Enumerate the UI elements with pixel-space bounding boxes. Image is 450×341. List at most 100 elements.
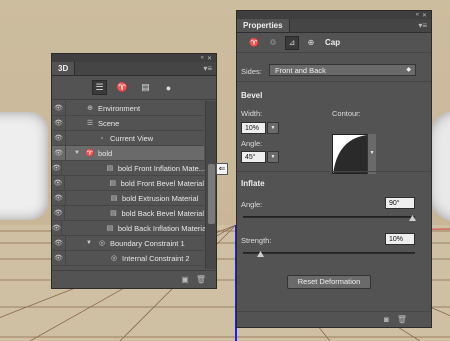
expand-toggle-icon[interactable]: ▼ [84, 240, 94, 246]
strength-slider[interactable] [243, 252, 415, 254]
sides-label: Sides: [241, 67, 262, 76]
tree-row[interactable]: 👁 ▤ bold Front Inflation Mate... [52, 160, 206, 176]
tree-row-label: Boundary Constraint 1 [110, 238, 185, 248]
tree-row[interactable]: 👁 ☰ Scene [52, 115, 204, 131]
tree-row-label: Internal Constraint 2 [122, 253, 190, 263]
panel-3d-footer: ▣ 🗑 [52, 270, 216, 288]
strength-label: Strength: [241, 236, 272, 245]
mesh-mode-icon[interactable]: ♈ [247, 36, 261, 50]
width-input[interactable]: 10% [241, 122, 266, 134]
sides-dropdown[interactable]: Front and Back ◆ [269, 64, 416, 76]
tree-row[interactable]: 👁 ▤ bold Back Inflation Material [52, 220, 208, 236]
deform-mode-icon[interactable]: ♲ [266, 36, 280, 50]
tree-row-label: Scene [98, 118, 120, 128]
visibility-eye-icon[interactable]: 👁 [52, 190, 66, 206]
visibility-eye-icon[interactable]: 👁 [52, 100, 66, 116]
add-object-icon[interactable]: ▣ [181, 275, 189, 284]
properties-titlebar[interactable]: « ✕ [237, 11, 431, 19]
angle-label: Angle: [241, 139, 263, 148]
visibility-eye-icon[interactable]: 👁 [52, 145, 66, 161]
inflate-angle-label: Angle: [241, 200, 263, 209]
tree-row[interactable]: 👁 ▤ bold Extrusion Material [52, 190, 204, 206]
properties-footer: ◙ 🗑 [237, 311, 431, 327]
tree-row[interactable]: 👁 ▤ bold Back Bevel Material [52, 205, 204, 221]
angle-input[interactable]: 45° [241, 151, 266, 163]
material-icon: ▤ [110, 195, 118, 202]
scene-icon: ☰ [86, 120, 94, 127]
lights-filter-icon[interactable]: ● [161, 80, 176, 95]
collapse-icon[interactable]: « [201, 55, 204, 61]
render-icon[interactable]: ◙ [384, 315, 389, 324]
close-icon[interactable]: ✕ [207, 55, 212, 62]
material-icon: ▤ [106, 165, 114, 172]
tree-row[interactable]: 👁 ▼ ♈ bold [52, 145, 204, 161]
tree-row-label: bold Front Inflation Mate... [117, 163, 206, 173]
coordinates-mode-icon[interactable]: ⊕ [304, 36, 318, 50]
tree-row-label: bold [98, 148, 113, 158]
panel-3d-titlebar[interactable]: « ✕ [52, 54, 216, 62]
tab-properties[interactable]: Properties [237, 19, 290, 32]
reset-deformation-button[interactable]: Reset Deformation [287, 275, 371, 289]
mode-toolbar: ♈ ♲ ⊿ ⊕ Cap [237, 33, 431, 53]
width-label: Width: [241, 109, 263, 118]
delete-icon[interactable]: 🗑 [397, 315, 407, 324]
panel-3d: « ✕ 3D ▾≡ ☰ ♈ ▤ ● 👁 ⊕ Environment 👁 ☰ Scene 👁 ▫… [51, 53, 217, 289]
scene-tree: 👁 ⊕ Environment 👁 ☰ Scene 👁 ▫ Current View 👁 ▼ ♈ bol… [52, 100, 208, 266]
meshes-filter-icon[interactable]: ♈ [115, 80, 130, 95]
tree-row-label: bold Front Bevel Material [120, 178, 204, 188]
whole-scene-filter-icon[interactable]: ☰ [92, 80, 107, 95]
collapse-icon[interactable]: « [416, 12, 419, 18]
inflate-section-title: Inflate [241, 179, 265, 188]
tree-row-label: bold Back Bevel Material [121, 208, 204, 218]
close-icon[interactable]: ✕ [422, 12, 427, 19]
panel-menu-icon[interactable]: ▾≡ [203, 64, 216, 75]
tree-row-label: bold Extrusion Material [122, 193, 199, 203]
inflate-angle-input[interactable]: 90° [385, 197, 415, 209]
tree-row[interactable]: 👁 ▼ ◎ Boundary Constraint 1 [52, 235, 204, 251]
angle-dropdown-button[interactable]: ▼ [267, 151, 279, 163]
width-dropdown-button[interactable]: ▼ [267, 122, 279, 134]
resize-arrow-icon[interactable]: ⇐ [216, 163, 228, 175]
sides-value: Front and Back [275, 66, 326, 75]
visibility-eye-icon[interactable]: 👁 [52, 160, 62, 176]
visibility-eye-icon[interactable]: 👁 [52, 235, 66, 251]
mode-label: Cap [325, 38, 341, 47]
visibility-eye-icon[interactable]: 👁 [52, 205, 66, 221]
tree-row-label: Current View [110, 133, 154, 143]
tree-row-label: Environment [98, 103, 141, 113]
mesh-icon: ♈ [85, 150, 95, 157]
contour-label: Contour: [332, 109, 361, 118]
material-icon: ▤ [110, 210, 117, 217]
scrollbar-thumb[interactable] [208, 164, 215, 224]
cap-mode-icon[interactable]: ⊿ [285, 35, 299, 50]
visibility-eye-icon[interactable]: 👁 [52, 130, 66, 146]
bevel-section-title: Bevel [241, 91, 263, 100]
environment-icon: ⊕ [87, 105, 93, 112]
strength-input[interactable]: 10% [385, 233, 415, 245]
tree-row[interactable]: 👁 ▤ bold Front Bevel Material [52, 175, 204, 191]
inflate-angle-slider[interactable] [243, 216, 415, 218]
tree-row[interactable]: 👁 ▫ Current View [52, 130, 204, 146]
materials-filter-icon[interactable]: ▤ [138, 80, 153, 95]
scrollbar[interactable] [205, 101, 216, 269]
delete-icon[interactable]: 🗑 [196, 275, 206, 284]
properties-panel: « ✕ Properties ▾≡ ♈ ♲ ⊿ ⊕ Cap Sides: Fro… [236, 10, 432, 328]
material-icon: ▤ [106, 225, 114, 232]
constraint-icon: ◎ [110, 255, 118, 262]
tree-row[interactable]: 👁 ◎ Internal Constraint 2 [52, 250, 204, 266]
constraint-icon: ◎ [98, 240, 106, 247]
visibility-eye-icon[interactable]: 👁 [52, 115, 66, 131]
panel-menu-icon[interactable]: ▾≡ [418, 21, 431, 32]
camera-icon: ▫ [100, 134, 104, 142]
expand-toggle-icon[interactable]: ▼ [72, 150, 82, 156]
visibility-eye-icon[interactable]: 👁 [52, 250, 66, 266]
material-icon: ▤ [109, 180, 116, 187]
tree-row-label: bold Back Inflation Material [117, 223, 208, 233]
tab-3d[interactable]: 3D [52, 62, 76, 75]
contour-dropdown-button[interactable]: ▼ [367, 134, 376, 174]
dropdown-arrow-icon: ◆ [406, 67, 411, 73]
visibility-eye-icon[interactable]: 👁 [52, 175, 65, 191]
tree-row[interactable]: 👁 ⊕ Environment [52, 100, 204, 116]
visibility-eye-icon[interactable]: 👁 [52, 220, 62, 236]
extruded-letter-b [0, 112, 48, 220]
